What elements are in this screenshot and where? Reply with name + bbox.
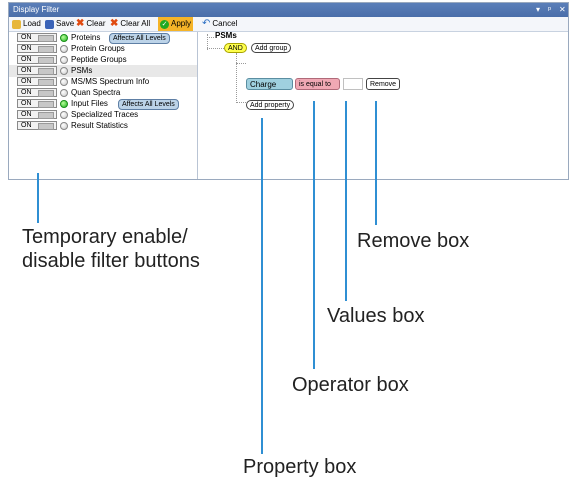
panel-title: Display Filter [13,5,60,14]
toggle-label: ON [21,67,32,74]
checkmark-icon: ✓ [160,19,169,29]
toggle-knob [38,79,54,86]
tree-root-label: PSMs [215,31,237,40]
toggle-knob [38,90,54,97]
status-dot-icon [60,100,68,108]
toolbar: Load Save ✖ Clear ✖ Clear All ✓ Apply ↶ … [9,17,568,32]
callout-property: Property box [243,456,357,478]
cancel-button[interactable]: ↶ Cancel [202,17,237,31]
status-dot-icon [60,111,68,119]
callout-toggle-line2: disable filter buttons [22,250,200,272]
save-button[interactable]: Save [45,17,74,31]
toggle-knob [38,46,54,53]
filter-tree: PSMs AND Add group Charge is equal to Re… [198,31,568,179]
values-box[interactable] [343,78,363,90]
callout-remove: Remove box [357,230,470,252]
status-dot-icon [60,34,68,42]
clear-all-label: Clear All [120,19,151,28]
status-dot-icon [60,89,68,97]
callout-toggle-line1: Temporary enable/ [22,226,188,248]
callout-line-remove [375,101,377,225]
toggle-button[interactable]: ON [17,44,57,53]
callout-line-values [345,101,347,301]
toggle-button[interactable]: ON [17,110,57,119]
toggle-label: ON [21,89,32,96]
red-double-x-icon: ✖ [110,18,119,29]
clear-button[interactable]: ✖ Clear [76,17,106,31]
filter-row-result-statistics[interactable]: ON Result Statistics [9,120,197,132]
toggle-label: ON [21,34,32,41]
toggle-knob [38,112,54,119]
status-dot-icon [60,45,68,53]
toggle-button[interactable]: ON [17,88,57,97]
callout-line-property [261,118,263,454]
undo-arrow-icon: ↶ [202,18,211,29]
toggle-label: ON [21,56,32,63]
tree-connector [207,37,214,38]
toggle-label: ON [21,122,32,129]
operator-box[interactable]: is equal to [295,78,340,90]
folder-open-icon [12,19,21,29]
property-box[interactable]: Charge [246,78,293,90]
callout-line-operator [313,101,315,369]
toggle-label: ON [21,78,32,85]
toggle-label: ON [21,111,32,118]
save-label: Save [56,19,75,28]
dropdown-icon[interactable]: ▾ [536,3,540,17]
toggle-label: ON [21,45,32,52]
add-group-button[interactable]: Add group [251,43,292,53]
floppy-disk-icon [45,19,54,29]
toggle-knob [38,68,54,75]
toggle-button[interactable]: ON [17,121,57,130]
callout-line-toggle [37,173,39,223]
load-label: Load [23,19,41,28]
tree-connector [236,53,237,103]
red-x-icon: ✖ [76,18,85,29]
cancel-label: Cancel [212,19,238,28]
tree-connector [236,102,246,103]
status-dot-icon [60,122,68,130]
apply-label: Apply [171,19,192,28]
pin-icon[interactable]: ᵖ [548,3,551,17]
logic-operator-and[interactable]: AND [224,43,247,53]
callout-toggle: Temporary enable/ disable filter buttons [22,225,200,273]
apply-button[interactable]: ✓ Apply [158,17,194,31]
add-property-button[interactable]: Add property [246,100,295,110]
clear-all-button[interactable]: ✖ Clear All [110,17,150,31]
toggle-knob [38,101,54,108]
display-filter-panel: Display Filter ▾ ᵖ ✕ Load Save ✖ Clear ✖… [8,2,569,180]
toggle-knob [38,57,54,64]
status-dot-icon [60,67,68,75]
toggle-button[interactable]: ON [17,77,57,86]
toggle-button[interactable]: ON [17,55,57,64]
tree-connector [207,48,224,49]
callout-values: Values box [327,305,425,327]
load-button[interactable]: Load [12,17,41,31]
clear-label: Clear [86,19,106,28]
toggle-button[interactable]: ON [17,66,57,75]
filter-label: Result Statistics [71,121,128,130]
toggle-label: ON [21,100,32,107]
close-icon[interactable]: ✕ [559,3,566,17]
title-bar: Display Filter ▾ ᵖ ✕ [9,3,568,17]
toggle-button[interactable]: ON [17,99,57,108]
toggle-button[interactable]: ON [17,33,57,42]
remove-button[interactable]: Remove [366,78,401,90]
toggle-knob [38,123,54,130]
tree-connector [236,63,246,64]
status-dot-icon [60,78,68,86]
toggle-knob [38,35,54,42]
status-dot-icon [60,56,68,64]
filter-list: ON Proteins Affects All Levels ON Protei… [9,32,198,179]
callout-operator: Operator box [292,374,409,396]
